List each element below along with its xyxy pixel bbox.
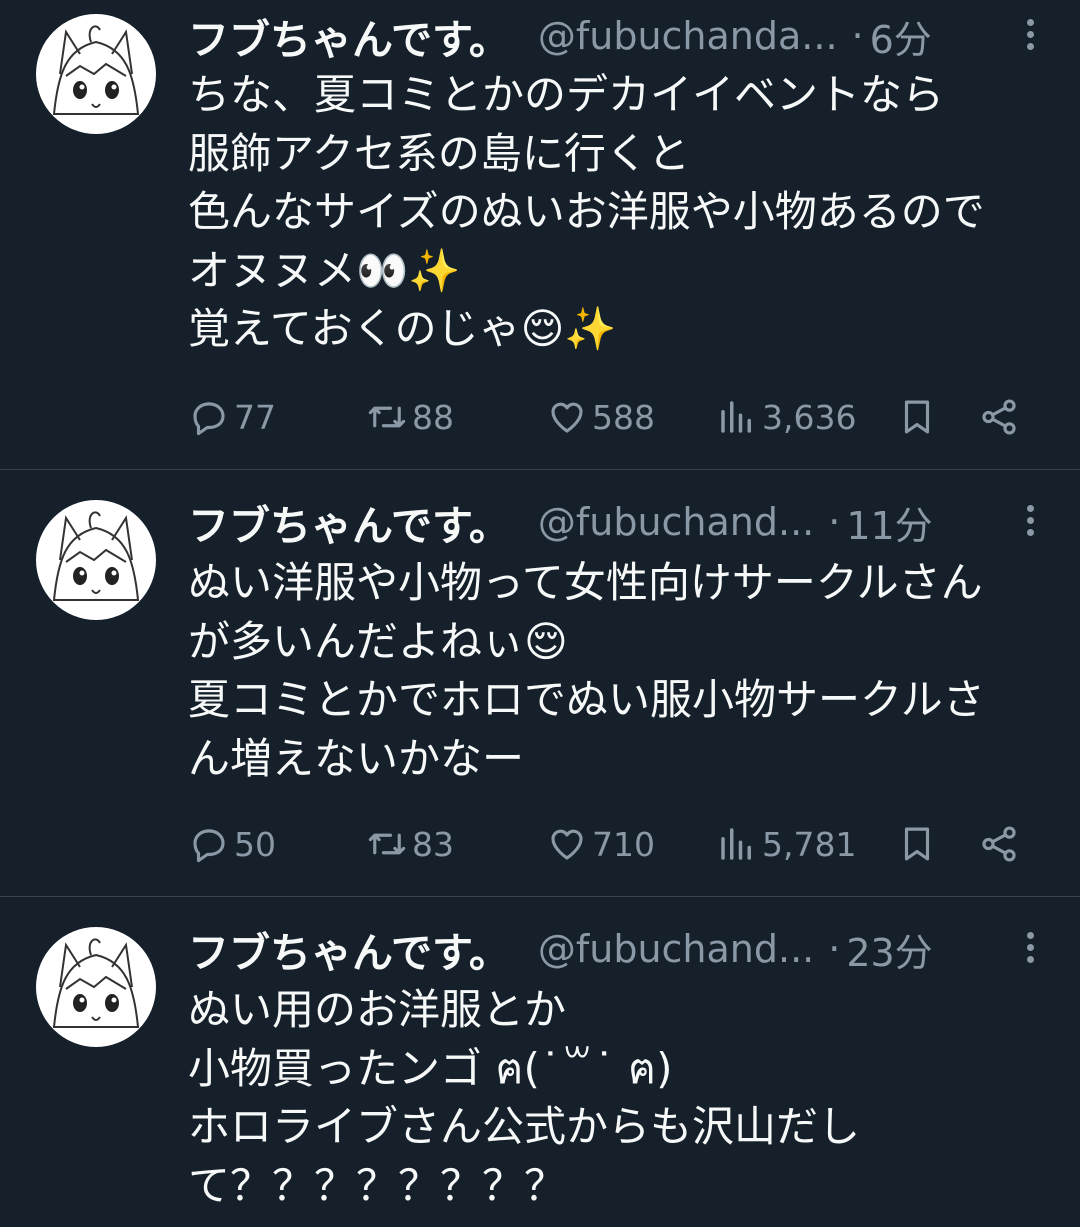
tweet[interactable]: フブちゃんです。 @fubuchanda... · 6分 ちな、夏コミとかのデカ… bbox=[0, 0, 1080, 470]
heart-icon bbox=[551, 829, 583, 860]
share-icon bbox=[982, 399, 1016, 435]
author-handle[interactable]: @fubuchand... bbox=[538, 500, 814, 544]
share-button[interactable] bbox=[978, 819, 1020, 869]
avatar[interactable] bbox=[36, 927, 156, 1047]
views-button[interactable]: 5,781 bbox=[716, 819, 856, 869]
reply-button[interactable]: 50 bbox=[188, 819, 276, 869]
retweet-count: 88 bbox=[412, 397, 454, 437]
avatar-drawing bbox=[52, 511, 140, 601]
avatar[interactable] bbox=[36, 14, 156, 134]
share-button[interactable] bbox=[978, 392, 1020, 442]
bookmark-button[interactable] bbox=[896, 392, 938, 442]
reply-button[interactable]: 77 bbox=[188, 392, 276, 442]
retweet-count: 83 bbox=[412, 824, 454, 864]
avatar[interactable] bbox=[36, 500, 156, 620]
retweet-icon bbox=[368, 406, 406, 428]
share-icon bbox=[982, 826, 1016, 862]
tweet-header: フブちゃんです。 @fubuchand... · 23分 bbox=[188, 919, 1050, 979]
author-handle[interactable]: @fubuchand... bbox=[538, 927, 814, 971]
views-count: 5,781 bbox=[762, 824, 857, 864]
avatar-drawing bbox=[52, 938, 140, 1028]
bookmark-button[interactable] bbox=[896, 819, 938, 869]
separator-dot: · bbox=[828, 500, 841, 544]
tweet-text: ぬい用のお洋服とか 小物買ったンゴ ฅ(˙꒳˙ ฅ) ホロライブさん公式からも沢… bbox=[188, 985, 861, 1210]
more-vertical-icon[interactable] bbox=[1010, 502, 1050, 542]
retweet-button[interactable]: 88 bbox=[366, 392, 454, 442]
reply-icon bbox=[193, 829, 225, 863]
action-bar: 50 83 710 5,781 bbox=[188, 819, 1030, 869]
views-chart-icon bbox=[721, 401, 751, 433]
avatar-drawing bbox=[52, 25, 140, 115]
author-name[interactable]: フブちゃんです。 bbox=[188, 6, 510, 66]
like-count: 710 bbox=[592, 824, 655, 864]
retweet-button[interactable]: 83 bbox=[366, 819, 454, 869]
views-count: 3,636 bbox=[762, 397, 857, 437]
tweet-header: フブちゃんです。 @fubuchand... · 11分 bbox=[188, 492, 1050, 552]
tweet-header: フブちゃんです。 @fubuchanda... · 6分 bbox=[188, 6, 1050, 66]
heart-icon bbox=[551, 402, 583, 433]
author-handle[interactable]: @fubuchanda... bbox=[538, 14, 838, 58]
more-vertical-icon[interactable] bbox=[1010, 16, 1050, 56]
tweet[interactable]: フブちゃんです。 @fubuchand... · 11分 ぬい洋服や小物って女性… bbox=[0, 470, 1080, 897]
tweet-text: ちな、夏コミとかのデカイイベントなら 服飾アクセ系の島に行くと 色んなサイズのぬ… bbox=[188, 70, 985, 354]
reply-count: 77 bbox=[234, 397, 276, 437]
reply-count: 50 bbox=[234, 824, 276, 864]
views-button[interactable]: 3,636 bbox=[716, 392, 856, 442]
tweet-text: ぬい洋服や小物って女性向けサークルさん が多いんだよねぃ😌 夏コミとかでホロでぬ… bbox=[188, 558, 985, 783]
bookmark-icon bbox=[904, 400, 930, 434]
more-vertical-icon[interactable] bbox=[1010, 929, 1050, 969]
bookmark-icon bbox=[904, 827, 930, 861]
like-button[interactable]: 710 bbox=[546, 819, 655, 869]
views-chart-icon bbox=[721, 828, 751, 860]
like-count: 588 bbox=[592, 397, 655, 437]
timestamp[interactable]: 23分 bbox=[846, 922, 932, 977]
action-bar: 77 88 588 3,636 bbox=[188, 392, 1030, 442]
timestamp[interactable]: 11分 bbox=[846, 495, 932, 550]
reply-icon bbox=[193, 402, 225, 436]
timestamp[interactable]: 6分 bbox=[870, 9, 932, 64]
author-name[interactable]: フブちゃんです。 bbox=[188, 492, 510, 552]
like-button[interactable]: 588 bbox=[546, 392, 655, 442]
retweet-icon bbox=[368, 833, 406, 855]
tweet[interactable]: フブちゃんです。 @fubuchand... · 23分 ぬい用のお洋服とか 小… bbox=[0, 897, 1080, 1227]
author-name[interactable]: フブちゃんです。 bbox=[188, 919, 510, 979]
separator-dot: · bbox=[828, 927, 841, 971]
separator-dot: · bbox=[851, 14, 864, 58]
